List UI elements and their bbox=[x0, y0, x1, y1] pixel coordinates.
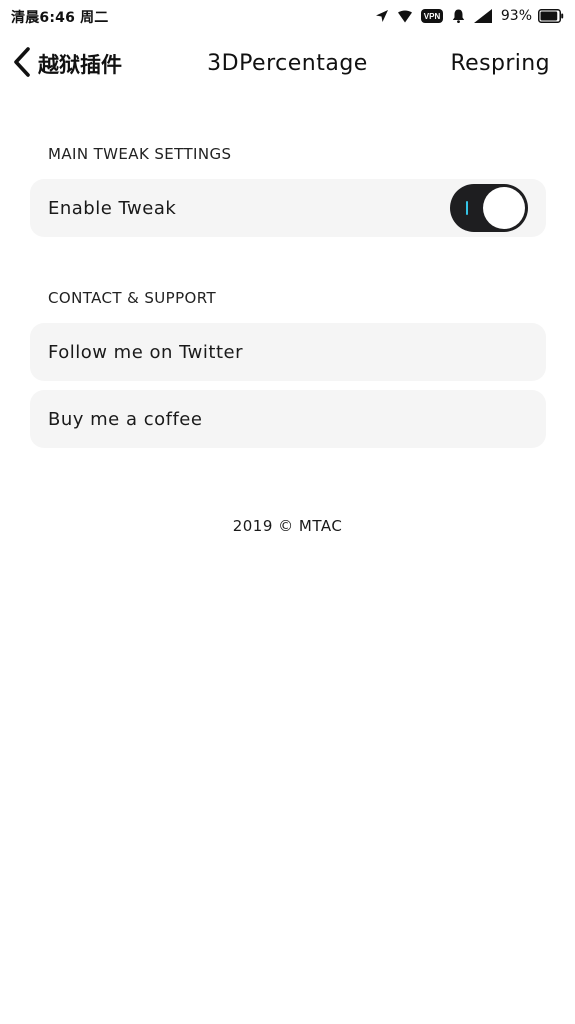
coffee-cell[interactable]: Buy me a coffee bbox=[30, 390, 546, 448]
vpn-label: VPN bbox=[424, 12, 441, 21]
coffee-label: Buy me a coffee bbox=[48, 408, 203, 430]
twitter-cell[interactable]: Follow me on Twitter bbox=[30, 323, 546, 381]
enable-tweak-label: Enable Tweak bbox=[48, 197, 177, 219]
toggle-on-indicator bbox=[466, 201, 468, 215]
battery-percent: 93% bbox=[500, 8, 532, 24]
back-button-label: 越狱插件 bbox=[38, 53, 122, 77]
enable-tweak-toggle[interactable] bbox=[450, 184, 528, 232]
vpn-icon: VPN bbox=[420, 9, 443, 23]
footer-copyright: 2019 © MTAC bbox=[232, 517, 343, 535]
respring-button[interactable]: Respring bbox=[450, 51, 550, 76]
status-time: 清晨6:46 周二 bbox=[11, 10, 109, 26]
chevron-left-icon bbox=[12, 46, 32, 82]
enable-tweak-cell: Enable Tweak bbox=[30, 179, 546, 237]
battery-icon bbox=[538, 9, 564, 23]
twitter-label: Follow me on Twitter bbox=[48, 341, 243, 363]
section-header-main: MAIN TWEAK SETTINGS bbox=[48, 145, 232, 163]
section-header-contact: CONTACT & SUPPORT bbox=[48, 289, 217, 307]
status-bar: 清晨6:46 周二 VPN 93% bbox=[0, 0, 575, 32]
location-arrow-icon bbox=[375, 9, 389, 23]
cellular-signal-icon bbox=[473, 9, 492, 23]
back-button[interactable]: 越狱插件 bbox=[12, 46, 122, 82]
toggle-knob bbox=[483, 187, 525, 229]
wifi-icon bbox=[397, 10, 412, 23]
navigation-bar: 越狱插件 3DPercentage Respring bbox=[0, 38, 575, 90]
bell-icon bbox=[452, 9, 465, 23]
status-icons: VPN 93% bbox=[375, 6, 564, 26]
